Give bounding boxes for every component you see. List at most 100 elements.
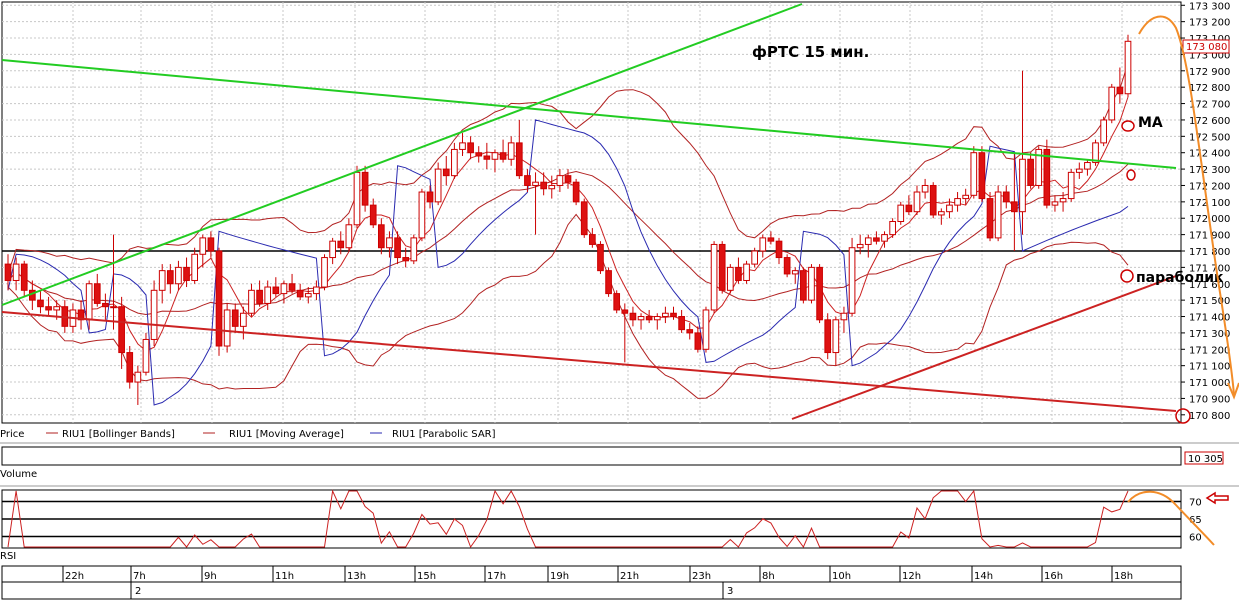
candle-body xyxy=(1100,119,1107,144)
candle-body xyxy=(183,266,190,281)
candle xyxy=(353,165,361,229)
price-tick-label: 172 700 xyxy=(1189,100,1230,111)
candle-body xyxy=(240,312,247,327)
candle xyxy=(1124,34,1132,98)
candle-body xyxy=(905,204,913,213)
candle-body xyxy=(256,289,263,304)
candle-body xyxy=(881,234,888,242)
candle xyxy=(743,260,750,284)
candle-body xyxy=(345,224,353,249)
last-price-label: 173 080 xyxy=(1186,42,1227,53)
price-tick-label: 171 500 xyxy=(1189,296,1230,307)
candle-body xyxy=(532,181,539,186)
candle-body xyxy=(37,299,44,308)
time-tick-label: 18h xyxy=(1114,571,1133,582)
candle xyxy=(800,267,807,304)
candle-body xyxy=(248,289,255,314)
candle xyxy=(434,162,442,206)
price-tick-label: 171 000 xyxy=(1189,378,1230,389)
candle xyxy=(321,254,328,291)
candle-body xyxy=(605,270,612,295)
price-tick-label: 170 800 xyxy=(1189,411,1230,422)
candle xyxy=(816,264,823,324)
candle-body xyxy=(353,171,361,226)
candle xyxy=(808,264,815,304)
candle-body xyxy=(442,168,450,177)
legend-ma-label: RIU1 [Moving Average] xyxy=(229,429,344,440)
candle-body xyxy=(1108,86,1116,121)
candle-body xyxy=(20,263,28,291)
candle-body xyxy=(970,152,978,196)
candle-body xyxy=(134,371,142,383)
candle xyxy=(994,185,1002,242)
price-tick-label: 171 800 xyxy=(1189,247,1230,258)
candle-body xyxy=(662,312,669,318)
candle-body xyxy=(369,204,377,226)
candle xyxy=(702,306,710,353)
candle xyxy=(897,201,905,225)
candle-body xyxy=(1067,171,1075,200)
candle-body xyxy=(694,332,702,350)
candle-body xyxy=(678,316,685,331)
price-tick-label: 172 400 xyxy=(1189,149,1230,160)
candle xyxy=(718,241,726,294)
candle xyxy=(978,146,986,202)
candle xyxy=(215,247,223,356)
candle-body xyxy=(191,253,199,281)
date-tick-label: 3 xyxy=(727,586,733,597)
price-tick-label: 172 300 xyxy=(1189,165,1230,176)
candle-body xyxy=(507,142,515,160)
candle-body xyxy=(361,171,369,206)
candle-body xyxy=(621,309,629,314)
volume-label: Volume xyxy=(0,469,37,480)
candle-body xyxy=(913,191,921,213)
candle-body xyxy=(645,316,653,321)
candle-body xyxy=(451,148,458,177)
candle-body xyxy=(832,319,840,354)
candle xyxy=(929,182,937,219)
candle-body xyxy=(597,243,604,272)
candle-body xyxy=(272,286,280,295)
candle-body xyxy=(856,243,864,249)
candle-body xyxy=(207,237,215,252)
candle-body xyxy=(459,142,466,150)
candle-body xyxy=(467,142,474,154)
time-tick-label: 23h xyxy=(692,571,711,582)
candle xyxy=(710,241,718,314)
candle-body xyxy=(337,240,345,249)
candle-body xyxy=(946,204,953,213)
time-tick-label: 21h xyxy=(620,571,639,582)
candle-body xyxy=(102,302,109,308)
candle-body xyxy=(426,191,434,203)
candle-body xyxy=(215,250,223,347)
candle-body xyxy=(515,142,523,177)
candle xyxy=(848,237,856,317)
candle-body xyxy=(85,283,93,321)
candle-body xyxy=(718,243,726,291)
candle xyxy=(751,247,759,268)
candle-body xyxy=(321,257,328,288)
candle xyxy=(1067,169,1075,202)
candle xyxy=(1100,116,1107,147)
chart-title: фРТС 15 мин. xyxy=(752,43,869,61)
volume-panel-frame xyxy=(1,446,1182,466)
candle-body xyxy=(735,266,742,281)
price-tick-label: 172 100 xyxy=(1189,198,1230,209)
candle xyxy=(580,198,588,238)
legend: Price RIU1 [Bollinger Bands] RIU1 [Movin… xyxy=(0,429,496,440)
candle-body xyxy=(937,211,945,216)
candle-body xyxy=(994,191,1002,239)
candle xyxy=(361,165,369,212)
candle-body xyxy=(540,181,547,190)
candle xyxy=(986,192,994,242)
candle xyxy=(824,313,832,360)
candle xyxy=(970,146,978,199)
candle xyxy=(889,218,896,238)
candle-body xyxy=(110,306,117,309)
candle-body xyxy=(897,204,905,223)
time-tick-label: 8h xyxy=(762,571,775,582)
candle-body xyxy=(775,240,783,259)
candle xyxy=(126,346,134,389)
candle xyxy=(1035,146,1043,189)
price-tick-label: 171 300 xyxy=(1189,329,1230,340)
